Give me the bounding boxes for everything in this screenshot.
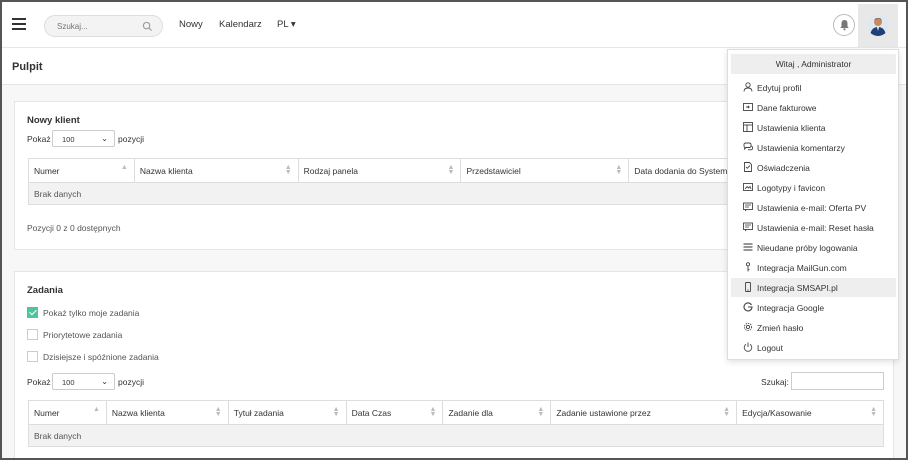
search-icon[interactable] xyxy=(142,21,153,32)
language-selector[interactable]: PL ▾ xyxy=(277,19,296,30)
sort-icon: ▲ xyxy=(120,164,128,171)
menu-item-google[interactable]: Integracja Google xyxy=(731,298,896,317)
phone-icon xyxy=(745,282,751,292)
table-info: Pozycji 0 z 0 dostępnych xyxy=(27,223,121,233)
sort-icon: ▲ xyxy=(92,406,100,413)
sort-icon: ▲ ▼ xyxy=(537,406,545,418)
menu-item-logos[interactable]: Logotypy i favicon xyxy=(731,178,896,197)
chevron-down-icon: ⌄ xyxy=(101,134,108,143)
page-size-select[interactable]: 100 ⌄ xyxy=(52,373,115,390)
column-header[interactable]: Numer ▲ xyxy=(28,158,135,183)
search-label: Szukaj: xyxy=(761,377,789,387)
table-header-row: Numer ▲ Nazwa klienta ▲ ▼ Tytuł zadania ▲ ▼ D… xyxy=(28,400,884,425)
column-header[interactable]: Numer ▲ xyxy=(28,400,107,425)
entries-label: pozycji xyxy=(118,134,144,144)
entries-label: pozycji xyxy=(118,377,144,387)
column-header[interactable]: Zadanie ustawione przez ▲ ▼ xyxy=(550,400,738,425)
empty-message: Brak danych xyxy=(28,424,884,447)
user-dropdown-menu: Witaj , Administrator Edytuj profil Dane… xyxy=(727,49,899,360)
card-title: Zadania xyxy=(27,285,63,296)
show-label: Pokaż xyxy=(27,134,51,144)
sort-icon: ▲ ▼ xyxy=(723,406,731,418)
column-header[interactable]: Nazwa klienta ▲ ▼ xyxy=(133,158,299,183)
chevron-down-icon: ⌄ xyxy=(101,377,108,386)
search-box[interactable] xyxy=(44,15,163,37)
column-header[interactable]: Edycja/Kasowanie ▲ ▼ xyxy=(736,400,884,425)
tasks-table: Numer ▲ Nazwa klienta ▲ ▼ Tytuł zadania ▲ ▼ D… xyxy=(28,400,884,447)
invoice-icon xyxy=(743,103,753,111)
show-label: Pokaż xyxy=(27,377,51,387)
sort-icon: ▲ ▼ xyxy=(429,406,437,418)
document-icon xyxy=(744,162,752,172)
menu-item-logout[interactable]: Logout xyxy=(731,338,896,357)
menu-item-invoice-data[interactable]: Dane fakturowe xyxy=(731,98,896,117)
search-input[interactable] xyxy=(57,20,142,33)
tasks-search-input[interactable] xyxy=(791,372,884,390)
nav-calendar[interactable]: Kalendarz xyxy=(219,19,262,30)
email-icon xyxy=(743,202,753,212)
bell-icon xyxy=(840,20,849,31)
list-icon xyxy=(743,243,753,251)
today-overdue-checkbox[interactable]: Dzisiejsze i spóźnione zadania xyxy=(27,351,159,363)
sort-icon: ▲ ▼ xyxy=(870,406,877,418)
menu-item-comment-settings[interactable]: Ustawienia komentarzy xyxy=(731,138,896,157)
table-row: Brak danych xyxy=(28,424,884,447)
power-icon xyxy=(743,342,753,352)
menu-item-failed-logins[interactable]: Nieudane próby logowania xyxy=(731,238,896,257)
checkbox[interactable] xyxy=(27,329,38,341)
top-navbar: Nowy Kalendarz PL ▾ xyxy=(2,2,906,48)
comments-icon xyxy=(743,142,753,151)
menu-item-declarations[interactable]: Oświadczenia xyxy=(731,158,896,177)
sort-icon: ▲ ▼ xyxy=(284,164,292,176)
nav-new[interactable]: Nowy xyxy=(179,19,203,30)
menu-item-edit-profile[interactable]: Edytuj profil xyxy=(731,78,896,97)
gear-icon xyxy=(743,322,753,332)
sort-icon: ▲ ▼ xyxy=(332,406,340,418)
sort-icon: ▲ ▼ xyxy=(615,164,623,176)
page-title: Pulpit xyxy=(12,61,43,73)
dropdown-greeting: Witaj , Administrator xyxy=(731,54,896,74)
avatar xyxy=(867,14,889,36)
checkbox-checked[interactable] xyxy=(27,307,38,319)
column-header[interactable]: Zadanie dla ▲ ▼ xyxy=(442,400,552,425)
column-header[interactable]: Rodzaj panela ▲ ▼ xyxy=(297,158,462,183)
card-title: Nowy klient xyxy=(27,115,80,126)
priority-tasks-checkbox[interactable]: Priorytetowe zadania xyxy=(27,329,122,341)
sort-icon: ▲ ▼ xyxy=(447,164,455,176)
menu-item-client-settings[interactable]: Ustawienia klienta xyxy=(731,118,896,137)
notifications-button[interactable] xyxy=(833,14,855,36)
my-tasks-checkbox[interactable]: Pokaż tylko moje zadania xyxy=(27,307,139,319)
page-size-select[interactable]: 100 ⌄ xyxy=(52,130,115,147)
google-icon xyxy=(743,302,753,312)
email-icon xyxy=(743,222,753,232)
user-icon xyxy=(743,82,753,92)
column-header[interactable]: Tytuł zadania ▲ ▼ xyxy=(227,400,347,425)
menu-item-change-password[interactable]: Zmień hasło xyxy=(731,318,896,337)
key-icon xyxy=(745,262,751,272)
column-header[interactable]: Nazwa klienta ▲ ▼ xyxy=(105,400,229,425)
menu-item-email-offer[interactable]: Ustawienia e-mail: Oferta PV xyxy=(731,198,896,217)
user-menu-toggle[interactable] xyxy=(858,4,898,48)
column-header[interactable]: Data Czas ▲ ▼ xyxy=(345,400,444,425)
menu-item-mailgun[interactable]: Integracja MailGun.com xyxy=(731,258,896,277)
checkbox[interactable] xyxy=(27,351,38,363)
app-window: Nowy Kalendarz PL ▾ Pulpit Nowy klient P… xyxy=(0,0,908,460)
menu-item-smsapi[interactable]: Integracja SMSAPI.pl xyxy=(731,278,896,297)
sort-icon: ▲ ▼ xyxy=(214,406,222,418)
layout-icon xyxy=(743,122,753,132)
column-header[interactable]: Przedstawiciel ▲ ▼ xyxy=(460,158,630,183)
menu-item-email-reset[interactable]: Ustawienia e-mail: Reset hasła xyxy=(731,218,896,237)
image-icon xyxy=(743,183,753,191)
menu-toggle-icon[interactable] xyxy=(12,18,26,30)
